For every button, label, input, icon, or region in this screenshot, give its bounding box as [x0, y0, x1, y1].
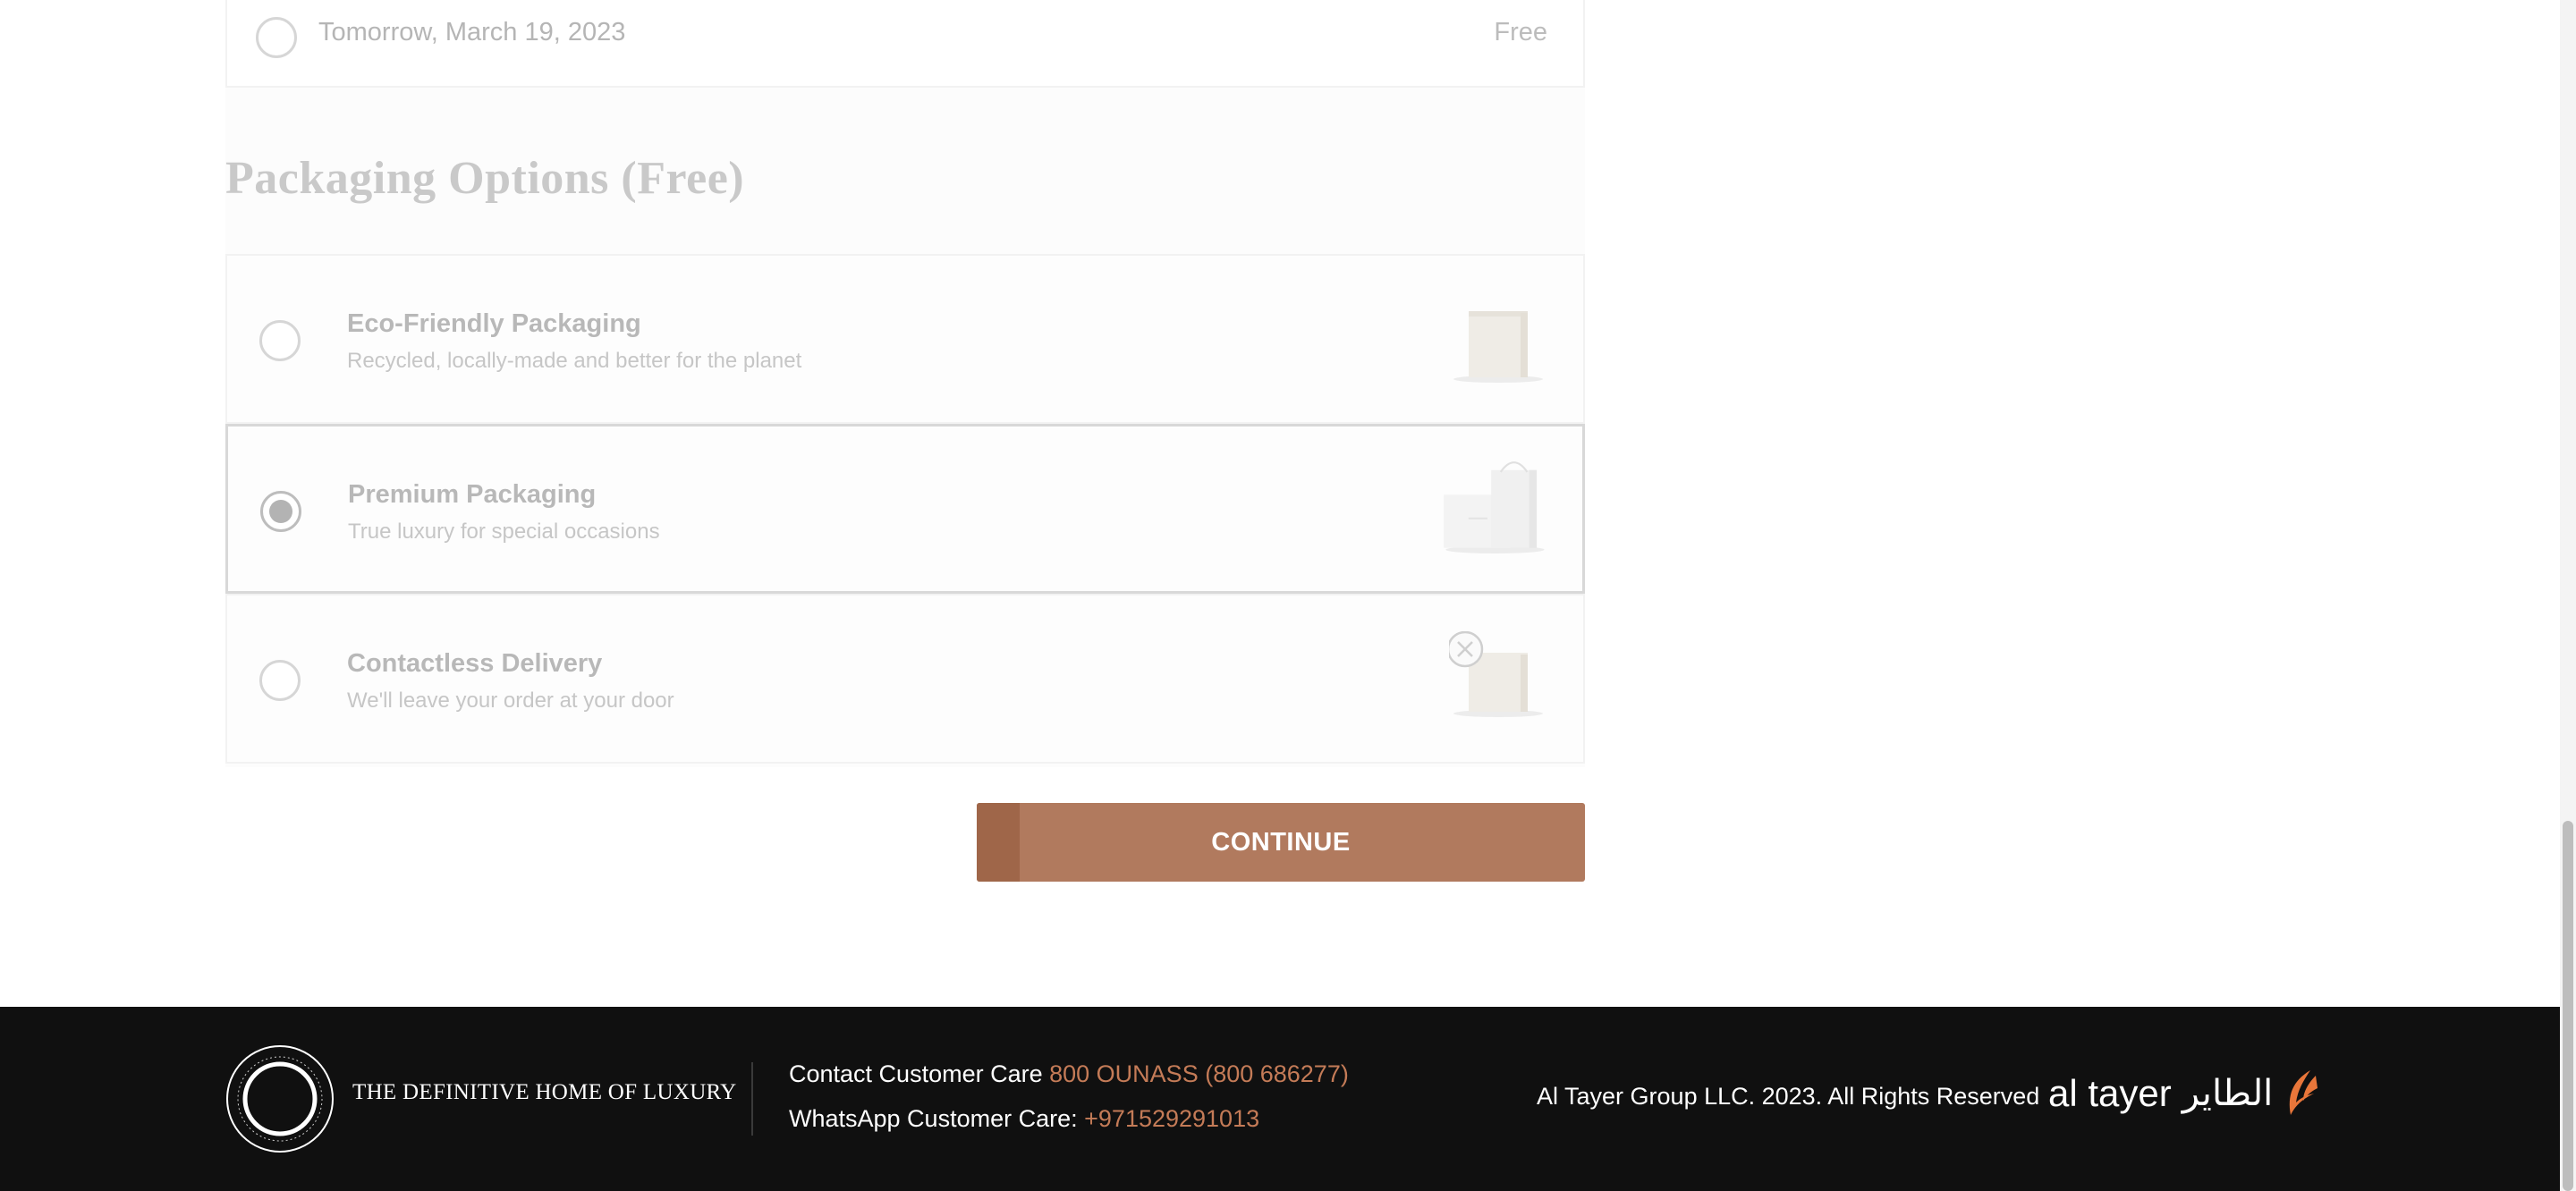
site-footer: THE DEFINITIVE HOME OF LUXURY Contact Cu…: [0, 1007, 2576, 1191]
page-scrollbar[interactable]: [2560, 0, 2576, 1191]
contactless-box-icon: [1449, 631, 1543, 717]
packaging-option-title: Premium Packaging: [348, 480, 597, 509]
packaging-section-title: Packaging Options (Free): [225, 153, 745, 204]
packaging-option-title: Contactless Delivery: [347, 649, 603, 678]
footer-tagline: THE DEFINITIVE HOME OF LUXURY: [352, 1080, 737, 1104]
footer-copyright: Al Tayer Group LLC. 2023. All Rights Res…: [1537, 1083, 2040, 1110]
packaging-option-subtitle: True luxury for special occasions: [348, 519, 660, 544]
packaging-section: Packaging Options (Free) Eco-Friendly Pa…: [225, 88, 1585, 767]
whatsapp-phone-link[interactable]: +971529291013: [1084, 1105, 1259, 1132]
continue-button[interactable]: CONTINUE: [977, 803, 1585, 882]
eco-box-icon: [1453, 311, 1543, 383]
whatsapp-care-label: WhatsApp Customer Care:: [789, 1105, 1078, 1132]
continue-button-label: CONTINUE: [1211, 828, 1351, 857]
falcon-feather-icon: [2290, 1070, 2318, 1115]
ounass-seal-logo[interactable]: [225, 1044, 335, 1153]
al-tayer-logo-ar: الطاير: [2182, 1073, 2274, 1114]
al-tayer-logo[interactable]: al tayer الطاير: [2048, 1065, 2319, 1122]
footer-divider: [751, 1062, 753, 1136]
scrollbar-thumb[interactable]: [2563, 821, 2573, 1191]
delivery-radio[interactable]: [256, 17, 297, 58]
packaging-option-subtitle: We'll leave your order at your door: [347, 688, 674, 713]
packaging-option-premium[interactable]: Premium Packaging True luxury for specia…: [225, 424, 1585, 594]
packaging-option-eco[interactable]: Eco-Friendly Packaging Recycled, locally…: [225, 254, 1585, 424]
customer-care-line: Contact Customer Care 800 OUNASS (800 68…: [789, 1060, 1349, 1088]
customer-care-label: Contact Customer Care: [789, 1060, 1043, 1087]
packaging-premium-radio[interactable]: [260, 491, 301, 532]
packaging-option-subtitle: Recycled, locally-made and better for th…: [347, 349, 802, 373]
delivery-price: Free: [1494, 18, 1547, 46]
whatsapp-care-line: WhatsApp Customer Care: +971529291013: [789, 1105, 1259, 1133]
packaging-eco-radio[interactable]: [259, 320, 301, 361]
packaging-option-contactless[interactable]: Contactless Delivery We'll leave your or…: [225, 594, 1585, 764]
al-tayer-logo-en: al tayer: [2048, 1072, 2172, 1114]
premium-bag-icon: [1444, 461, 1545, 553]
packaging-contactless-radio[interactable]: [259, 660, 301, 701]
delivery-option-row[interactable]: Tomorrow, March 19, 2023 Free: [225, 0, 1585, 88]
checkout-page: Tomorrow, March 19, 2023 Free Packaging …: [0, 0, 2576, 1191]
customer-care-phone-link[interactable]: 800 OUNASS (800 686277): [1049, 1060, 1349, 1087]
delivery-date: Tomorrow, March 19, 2023: [318, 18, 626, 46]
packaging-option-title: Eco-Friendly Packaging: [347, 309, 641, 338]
